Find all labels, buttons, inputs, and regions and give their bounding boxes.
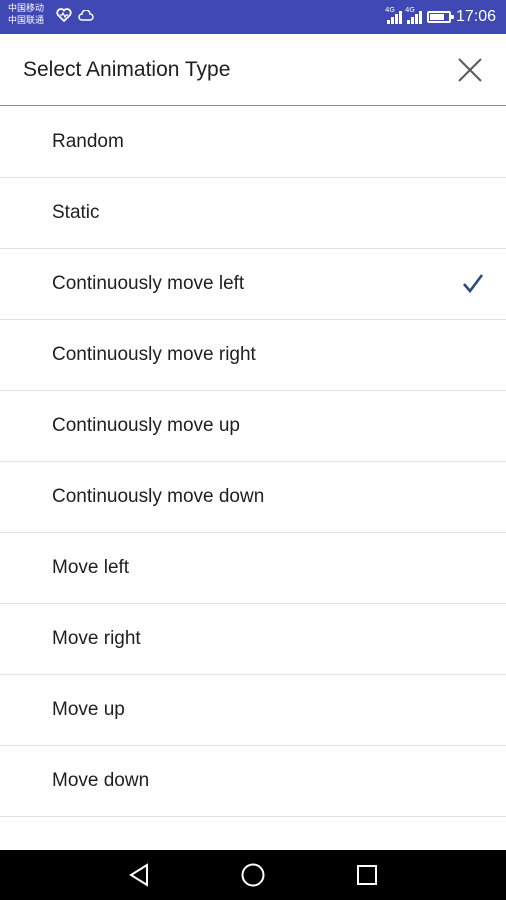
option-label: Move up — [52, 699, 125, 720]
option-label: Continuously move up — [52, 415, 240, 436]
animation-type-list: Random Static Continuously move left Contin… — [0, 107, 506, 817]
recents-icon — [357, 865, 377, 885]
checkmark-icon — [463, 274, 484, 294]
option-label: Move down — [52, 770, 150, 791]
home-button[interactable] — [235, 857, 271, 893]
network-type-1: 4G — [384, 6, 395, 14]
carrier-names: 中国移动 中国联通 — [8, 3, 44, 27]
back-icon — [129, 863, 148, 887]
clock: 17:06 — [455, 8, 496, 25]
list-item[interactable]: Continuously move up — [0, 391, 506, 462]
list-item[interactable]: Continuously move down — [0, 462, 506, 533]
list-item[interactable]: Random — [0, 107, 506, 178]
list-item[interactable]: Move up — [0, 675, 506, 746]
close-button[interactable] — [452, 52, 488, 88]
signal-icon: 4G — [405, 6, 422, 24]
recents-button[interactable] — [349, 857, 385, 893]
cloud-icon — [78, 8, 94, 27]
option-label: Continuously move right — [52, 344, 256, 365]
status-right: 4G 4G 17:06 — [385, 0, 496, 34]
navigation-bar — [0, 850, 506, 900]
close-icon — [458, 58, 482, 82]
list-item[interactable]: Move down — [0, 746, 506, 817]
carrier-1: 中国移动 — [8, 4, 45, 14]
list-item[interactable]: Move right — [0, 604, 506, 675]
list-item[interactable]: Move left — [0, 533, 506, 604]
network-type-2: 4G — [404, 6, 415, 14]
option-label: Static — [52, 202, 100, 223]
back-button[interactable] — [121, 857, 157, 893]
option-label: Continuously move left — [52, 273, 245, 294]
dialog-header: Select Animation Type — [0, 34, 506, 106]
home-icon — [241, 863, 265, 887]
list-item[interactable]: Continuously move right — [0, 320, 506, 391]
option-label: Random — [52, 131, 124, 152]
heart-monitor-icon — [56, 8, 72, 27]
signal-icon: 4G — [385, 6, 402, 24]
notification-icons — [56, 8, 94, 27]
battery-icon — [426, 11, 454, 23]
status-bar: 中国移动 中国联通 4G 4G 17:06 — [0, 0, 506, 34]
option-label: Move right — [52, 628, 141, 649]
option-label: Move left — [52, 557, 130, 578]
option-label: Continuously move down — [52, 486, 265, 507]
dialog-title: Select Animation Type — [23, 58, 231, 81]
list-item[interactable]: Static — [0, 178, 506, 249]
list-item[interactable]: Continuously move left — [0, 249, 506, 320]
carrier-2: 中国联通 — [8, 16, 45, 26]
